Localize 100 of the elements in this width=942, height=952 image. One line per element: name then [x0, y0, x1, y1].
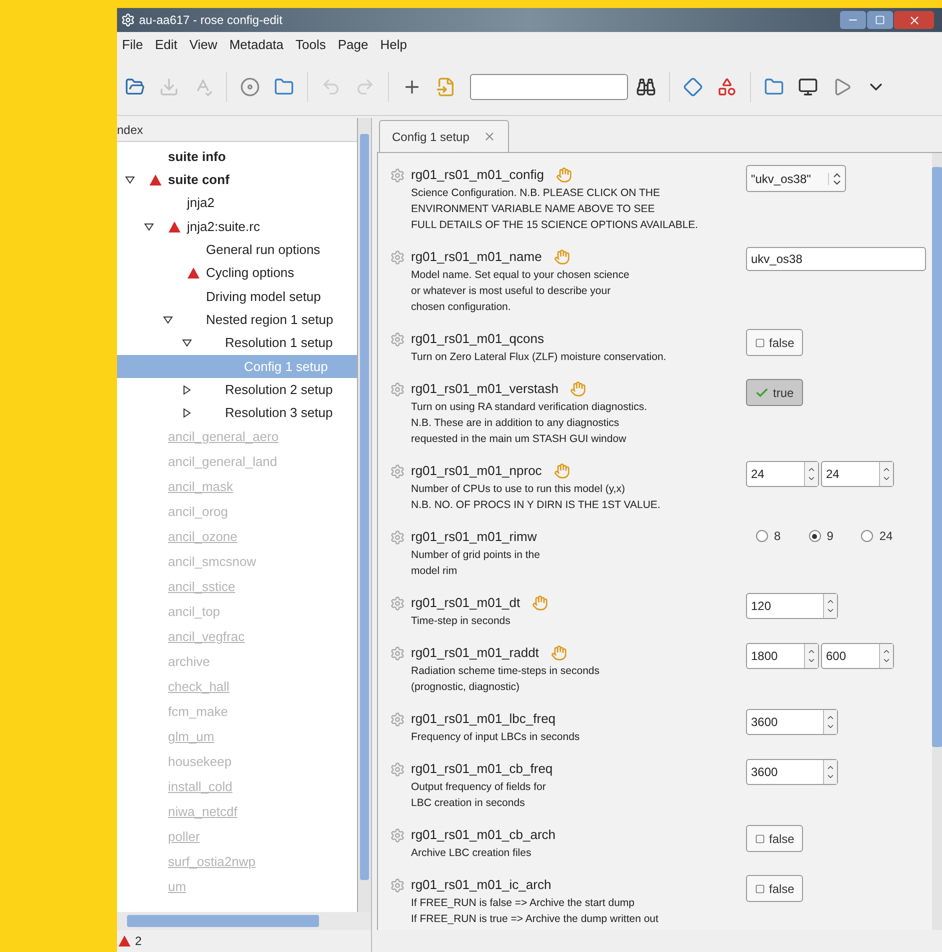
spin-value: 120	[750, 598, 772, 615]
spin-up-icon[interactable]	[807, 647, 816, 656]
menu-item[interactable]: View	[189, 35, 218, 55]
gear-icon[interactable]	[390, 828, 405, 842]
spin-field[interactable]: 120	[746, 593, 838, 619]
setting-name[interactable]: rg01_rs01_m01_config	[411, 165, 544, 185]
menu-item[interactable]: Page	[338, 35, 368, 55]
radio-option[interactable]: 9	[808, 527, 834, 545]
gear-icon[interactable]	[390, 332, 405, 346]
setting-name[interactable]: rg01_rs01_m01_raddt	[411, 643, 539, 663]
tree-item[interactable]: General run options	[117, 238, 357, 262]
menu-item[interactable]: Help	[380, 35, 407, 55]
expander-right-icon[interactable]	[182, 408, 192, 418]
spin-down-icon[interactable]	[882, 656, 891, 665]
hand-icon[interactable]	[532, 595, 548, 611]
gear-icon[interactable]	[390, 382, 405, 396]
expander-down-icon[interactable]	[124, 174, 134, 185]
toggle-button[interactable]: false	[746, 825, 804, 852]
radio-option[interactable]: 24	[861, 527, 893, 545]
radio-option[interactable]: 8	[756, 527, 781, 545]
gear-icon[interactable]	[390, 250, 405, 264]
tree-item[interactable]: suite info	[117, 145, 357, 168]
spin-down-icon[interactable]	[882, 474, 891, 483]
gear-icon[interactable]	[390, 464, 405, 478]
hand-icon[interactable]	[570, 381, 586, 397]
hand-icon[interactable]	[550, 645, 567, 661]
search-field[interactable]	[470, 74, 628, 100]
tree-item[interactable]: Cycling options	[117, 261, 357, 285]
tree-item[interactable]: Resolution 2 setup	[117, 378, 357, 402]
close-button[interactable]	[894, 11, 934, 29]
gear-icon[interactable]	[390, 762, 405, 776]
setting-name[interactable]: rg01_rs01_m01_verstash	[411, 379, 558, 399]
spin-down-icon[interactable]	[826, 722, 835, 731]
spin-up-icon[interactable]	[826, 713, 835, 722]
spin-down-icon[interactable]	[826, 606, 835, 615]
setting-name[interactable]: rg01_rs01_m01_rimw	[411, 527, 537, 547]
menu-item[interactable]: Edit	[154, 35, 178, 55]
tree-item[interactable]: Resolution 1 setup	[117, 331, 357, 355]
close-icon[interactable]	[483, 130, 496, 143]
toggle-button[interactable]: true	[746, 379, 803, 406]
radio-button[interactable]	[756, 530, 768, 542]
expander-right-icon[interactable]	[182, 384, 192, 395]
spin-up-icon[interactable]	[807, 465, 816, 474]
setting-name[interactable]: rg01_rs01_m01_name	[411, 247, 542, 267]
combo-box[interactable]: "ukv_os38"	[746, 165, 846, 192]
menu-item[interactable]: File	[122, 35, 143, 55]
tree-item[interactable]: Driving model setup	[117, 284, 357, 308]
setting-name[interactable]: rg01_rs01_m01_qcons	[411, 329, 544, 349]
setting-description: Turn on using RA standard verification diagnostics.	[410, 400, 648, 415]
text-field[interactable]: ukv_os38	[746, 247, 926, 271]
horizontal-scrollbar[interactable]	[117, 912, 371, 930]
setting-name[interactable]: rg01_rs01_m01_lbc_freq	[411, 709, 556, 729]
spin-field[interactable]: 3600	[746, 709, 838, 735]
gear-icon[interactable]	[390, 878, 405, 892]
spin-up-icon[interactable]	[882, 465, 891, 474]
spin-down-icon[interactable]	[807, 656, 816, 665]
gear-icon[interactable]	[390, 168, 405, 182]
tree-item[interactable]: jnja2	[117, 192, 357, 215]
radio-button[interactable]	[808, 530, 821, 542]
tree-item[interactable]: jnja2:suite.rc	[117, 214, 357, 238]
column-header[interactable]: ndex	[117, 118, 357, 142]
toggle-button[interactable]: false	[746, 875, 804, 902]
expander-down-icon[interactable]	[162, 314, 172, 325]
maximize-button[interactable]	[867, 11, 893, 29]
scrollbar[interactable]	[932, 153, 942, 930]
hand-icon[interactable]	[556, 167, 572, 183]
hand-icon[interactable]	[554, 463, 570, 479]
gear-icon[interactable]	[390, 596, 405, 610]
tab[interactable]: Config 1 setup	[379, 120, 510, 152]
expander-down-icon[interactable]	[144, 222, 154, 232]
toggle-button[interactable]: false	[746, 329, 804, 356]
spin-field[interactable]: 1800	[746, 643, 819, 669]
menu-item[interactable]: Metadata	[229, 35, 284, 55]
spin-field[interactable]: 24	[746, 461, 819, 487]
spin-field[interactable]: 600	[821, 643, 894, 669]
tree-item[interactable]: Nested region 1 setup	[117, 308, 357, 332]
spin-down-icon[interactable]	[826, 772, 835, 781]
spin-up-icon[interactable]	[826, 763, 835, 772]
gear-icon[interactable]	[390, 712, 405, 726]
setting-description: If FREE_RUN is true => Archive the dump written out	[410, 912, 660, 927]
setting-name[interactable]: rg01_rs01_m01_dt	[411, 593, 520, 613]
hand-icon[interactable]	[554, 249, 570, 265]
spin-field[interactable]: 24	[821, 461, 894, 487]
spin-up-icon[interactable]	[882, 647, 891, 656]
tree-item[interactable]: suite conf	[117, 168, 357, 192]
setting-name[interactable]: rg01_rs01_m01_cb_freq	[411, 759, 553, 779]
setting-name[interactable]: rg01_rs01_m01_cb_arch	[411, 825, 556, 845]
setting-name[interactable]: rg01_rs01_m01_nproc	[411, 461, 542, 481]
setting-description: FULL DETAILS OF THE 15 SCIENCE OPTIONS AVAILABLE.	[410, 218, 700, 233]
setting-name[interactable]: rg01_rs01_m01_ic_arch	[411, 875, 552, 895]
gear-icon[interactable]	[390, 530, 405, 544]
menu-item[interactable]: Tools	[296, 35, 326, 55]
scrollbar[interactable]	[357, 118, 371, 912]
spin-down-icon[interactable]	[807, 474, 816, 483]
radio-button[interactable]	[861, 530, 874, 542]
spin-up-icon[interactable]	[826, 597, 835, 606]
gear-icon[interactable]	[390, 646, 405, 660]
tree-item[interactable]: Resolution 3 setup	[117, 401, 357, 425]
spin-field[interactable]: 3600	[746, 759, 838, 785]
expander-down-icon[interactable]	[182, 338, 192, 348]
